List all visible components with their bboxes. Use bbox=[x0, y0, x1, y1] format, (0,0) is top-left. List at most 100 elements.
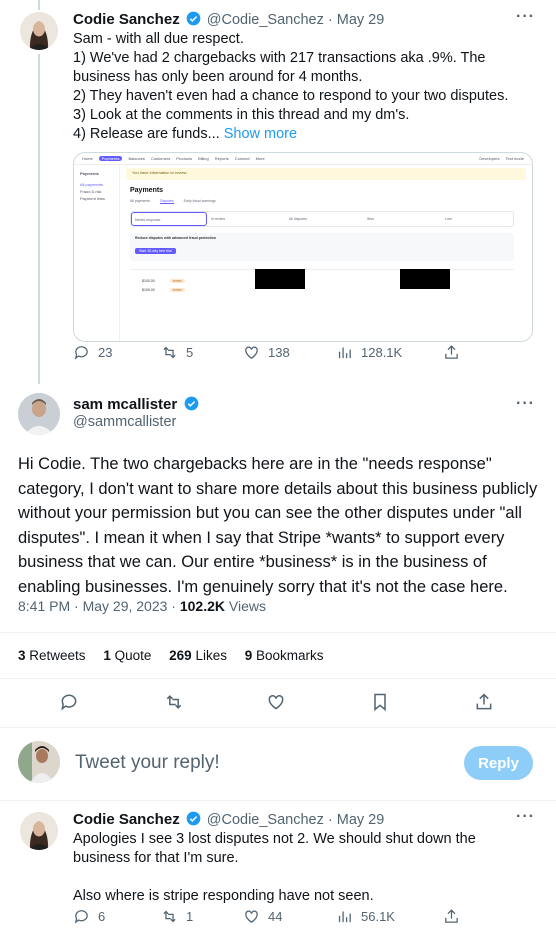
info-banner: You have information to review bbox=[126, 168, 526, 180]
tweet-body: Sam - with all due respect. 1) We've had… bbox=[73, 30, 533, 144]
views-action[interactable]: 56.1K bbox=[336, 908, 395, 925]
tweet-body: Apologies I see 3 lost disputes not 2. W… bbox=[73, 830, 533, 906]
more-options-icon[interactable]: ··· bbox=[516, 8, 535, 26]
reply-icon bbox=[74, 909, 88, 924]
reply-count: 23 bbox=[98, 344, 113, 360]
tweet-body: Hi Codie. The two chargebacks here are i… bbox=[18, 455, 538, 596]
tweet-line: 3) Look at the comments in this thread a… bbox=[73, 107, 410, 123]
nav-item-active: Payments bbox=[98, 156, 123, 161]
nav-item: Connect bbox=[234, 156, 250, 161]
bookmark-icon[interactable] bbox=[370, 692, 390, 712]
share-icon bbox=[445, 344, 458, 359]
sidebar-title: Payments bbox=[80, 171, 99, 176]
share-action[interactable] bbox=[443, 344, 460, 361]
tweet-line: Also where is stripe responding have not… bbox=[73, 888, 374, 904]
author-name[interactable]: sam mcallister bbox=[73, 396, 177, 413]
my-avatar[interactable] bbox=[18, 741, 60, 783]
more-options-icon[interactable]: ··· bbox=[516, 395, 535, 413]
nav-item: More bbox=[255, 156, 265, 161]
retweet-action[interactable]: 5 bbox=[161, 344, 193, 361]
like-action[interactable]: 44 bbox=[243, 908, 282, 925]
like-count: 44 bbox=[268, 908, 283, 924]
nav-item: Home bbox=[82, 156, 93, 161]
filter-row: Needs response In review All disputes Wo… bbox=[130, 211, 514, 227]
tweet-date[interactable]: · May 29 bbox=[328, 812, 384, 828]
author-handle[interactable]: @Codie_Sanchez bbox=[207, 812, 324, 828]
thread-line bbox=[38, 0, 40, 10]
dashboard-tabs: All payments Disputes Early fraud warnin… bbox=[130, 199, 216, 204]
author-name[interactable]: Codie Sanchez bbox=[73, 11, 180, 28]
person-avatar-icon bbox=[20, 12, 58, 50]
views-action[interactable]: 128.1K bbox=[336, 344, 402, 361]
reply-action[interactable]: 6 bbox=[73, 908, 105, 925]
nav-item: Developers bbox=[479, 156, 500, 161]
tab: Early fraud warnings bbox=[183, 199, 216, 203]
reply-button[interactable]: Reply bbox=[464, 746, 533, 780]
verified-badge-icon bbox=[186, 811, 201, 826]
tweet-header: Codie Sanchez @Codie_Sanchez · May 29 bbox=[73, 11, 513, 28]
person-avatar-icon bbox=[20, 812, 58, 850]
tweet-header: Codie Sanchez @Codie_Sanchez · May 29 bbox=[73, 811, 513, 828]
share-icon bbox=[445, 908, 458, 923]
author-handle[interactable]: @sammcallister bbox=[73, 414, 176, 430]
share-icon[interactable] bbox=[474, 692, 494, 712]
heart-icon[interactable] bbox=[266, 692, 286, 712]
retweets-stat[interactable]: 3 Retweets bbox=[18, 648, 86, 663]
retweet-count: 1 bbox=[186, 908, 194, 924]
analytics-icon bbox=[338, 911, 351, 922]
sidebar-item: All payments bbox=[80, 182, 103, 187]
analytics-icon bbox=[338, 347, 351, 358]
filter-chip: Needs response bbox=[131, 212, 207, 226]
author-handle[interactable]: @Codie_Sanchez bbox=[207, 12, 324, 28]
avatar[interactable] bbox=[18, 393, 60, 435]
avatar[interactable] bbox=[20, 812, 58, 850]
reply-icon bbox=[74, 345, 88, 360]
show-more-link[interactable]: Show more bbox=[224, 126, 297, 142]
nav-item: Test mode bbox=[505, 156, 524, 161]
author-name[interactable]: Codie Sanchez bbox=[73, 811, 180, 828]
reply-action[interactable]: 23 bbox=[73, 344, 112, 361]
dashboard-nav: Home Payments Balances Customers Product… bbox=[74, 153, 532, 165]
more-options-icon[interactable]: ··· bbox=[516, 808, 535, 826]
tab: All payments bbox=[130, 199, 151, 203]
tweet-line: 1) We've had 2 chargebacks with 217 tran… bbox=[73, 50, 486, 85]
dashboard-sidebar: Payments All payments Fraud & risk Payme… bbox=[74, 165, 120, 341]
page-title: Payments bbox=[130, 187, 164, 194]
avatar[interactable] bbox=[20, 12, 58, 50]
person-avatar-icon bbox=[18, 741, 60, 783]
nav-item: Customers bbox=[150, 156, 171, 161]
tweet-timestamp[interactable]: 8:41 PM · May 29, 2023 · bbox=[18, 598, 176, 614]
likes-stat[interactable]: 269 Likes bbox=[169, 648, 227, 663]
nav-item: Billing bbox=[198, 156, 209, 161]
nav-item: Products bbox=[176, 156, 193, 161]
bookmarks-stat[interactable]: 9 Bookmarks bbox=[245, 648, 324, 663]
sidebar-item: Payment links bbox=[80, 196, 105, 201]
attached-image[interactable]: Home Payments Balances Customers Product… bbox=[73, 152, 533, 342]
sidebar-item: Fraud & risk bbox=[80, 189, 102, 194]
view-count: 56.1K bbox=[361, 908, 395, 924]
retweet-icon[interactable] bbox=[164, 692, 184, 712]
like-count: 138 bbox=[268, 344, 290, 360]
heart-icon bbox=[245, 910, 258, 923]
trial-button: Start 30-day free trial bbox=[135, 248, 176, 254]
view-count: 128.1K bbox=[361, 344, 403, 360]
heart-icon bbox=[245, 346, 258, 359]
main-actions bbox=[0, 690, 556, 716]
author-name-row: sam mcallister bbox=[73, 396, 201, 414]
tab-active: Disputes bbox=[160, 199, 174, 204]
retweet-icon bbox=[163, 346, 176, 358]
reply-input[interactable]: Tweet your reply! bbox=[75, 752, 220, 774]
dispute-row: $100.00 ▪▪▪▪▪▪▪ bbox=[130, 286, 514, 298]
tweet-line: 2) They haven't even had a chance to res… bbox=[73, 88, 509, 104]
verified-badge-icon bbox=[184, 396, 199, 411]
share-action[interactable] bbox=[443, 908, 460, 925]
retweet-icon bbox=[163, 910, 176, 922]
retweet-action[interactable]: 1 bbox=[161, 908, 193, 925]
tweet-meta: 8:41 PM · May 29, 2023 · 102.2K Views bbox=[18, 598, 266, 614]
quotes-stat[interactable]: 1 Quote bbox=[103, 648, 151, 663]
tweet-date[interactable]: · May 29 bbox=[328, 12, 384, 28]
tweet-line: Sam - with all due respect. bbox=[73, 31, 244, 47]
thread-line bbox=[38, 54, 40, 384]
like-action[interactable]: 138 bbox=[243, 344, 290, 361]
reply-icon[interactable] bbox=[59, 692, 79, 712]
